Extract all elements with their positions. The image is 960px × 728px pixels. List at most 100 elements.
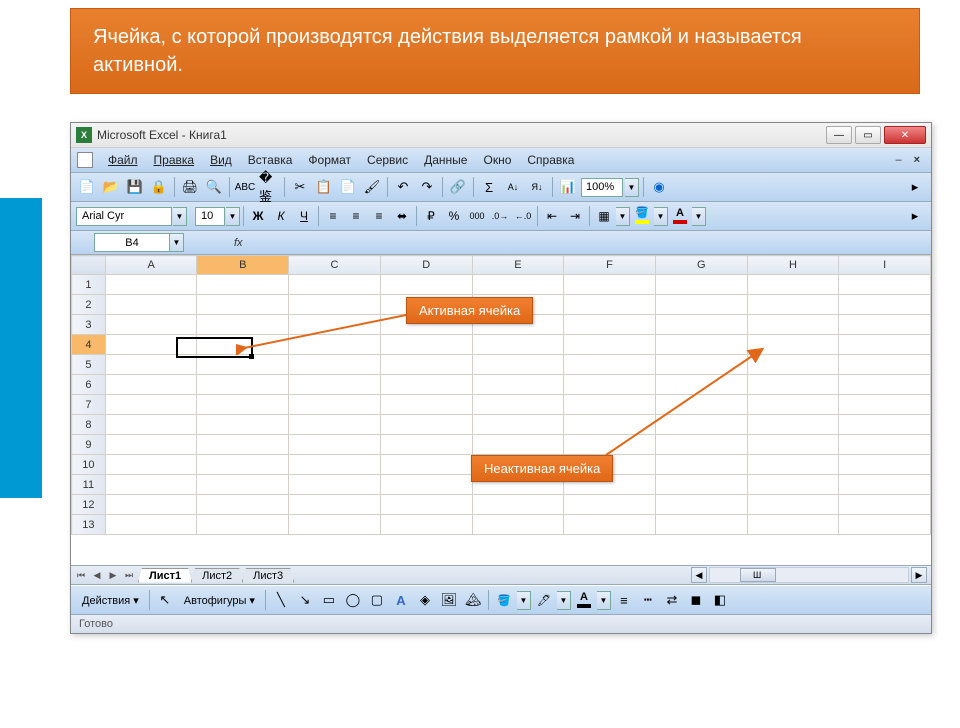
hyperlink-icon[interactable]: 🔗	[447, 176, 469, 198]
oval-icon[interactable]: ◯	[342, 589, 364, 611]
chart-icon[interactable]: 📊	[557, 176, 579, 198]
comma-icon[interactable]: 000	[466, 205, 488, 227]
col-header-d[interactable]: D	[380, 256, 472, 275]
fill-color2-dropdown[interactable]: ▼	[517, 591, 531, 610]
scroll-track[interactable]: Ш	[709, 567, 909, 583]
tab-nav-first[interactable]: ⏮	[73, 567, 89, 583]
menu-help[interactable]: Справка	[520, 151, 581, 169]
sheet-tab-1[interactable]: Лист1	[138, 568, 192, 583]
shadow-icon[interactable]: ◼	[685, 589, 707, 611]
clipart-icon[interactable]: 🖼	[438, 589, 460, 611]
fill-color-dropdown[interactable]: ▼	[654, 207, 668, 226]
col-header-b[interactable]: B	[197, 256, 289, 275]
fill-color-icon[interactable]: 🪣	[631, 205, 653, 227]
mdi-minimize[interactable]: –	[890, 152, 906, 168]
sort-asc-icon[interactable]: A↓	[502, 176, 524, 198]
tab-nav-next[interactable]: ▶	[105, 567, 121, 583]
undo-icon[interactable]: ↶	[392, 176, 414, 198]
diagram-icon[interactable]: ◈	[414, 589, 436, 611]
name-box[interactable]: B4	[94, 233, 170, 252]
menu-file[interactable]: Файл	[101, 151, 145, 169]
row-header[interactable]: 6	[72, 375, 106, 395]
new-icon[interactable]: 📄	[76, 176, 98, 198]
cut-icon[interactable]: ✂	[289, 176, 311, 198]
toolbar-options-icon[interactable]: ▸	[904, 176, 926, 198]
menu-format[interactable]: Формат	[301, 151, 358, 169]
paste-icon[interactable]: 📄	[337, 176, 359, 198]
borders-icon[interactable]: ▦	[593, 205, 615, 227]
research-icon[interactable]: �鉴	[258, 176, 280, 198]
close-button[interactable]: ✕	[884, 126, 926, 144]
decrease-indent-icon[interactable]: ⇤	[541, 205, 563, 227]
font-color-dropdown[interactable]: ▼	[692, 207, 706, 226]
font-color2-dropdown[interactable]: ▼	[597, 591, 611, 610]
copy-icon[interactable]: 📋	[313, 176, 335, 198]
line-style-icon[interactable]: ≡	[613, 589, 635, 611]
row-header[interactable]: 13	[72, 515, 106, 535]
tab-nav-last[interactable]: ⏭	[121, 567, 137, 583]
scroll-left-icon[interactable]: ◀	[691, 567, 707, 583]
sort-desc-icon[interactable]: Я↓	[526, 176, 548, 198]
percent-icon[interactable]: %	[443, 205, 465, 227]
font-input[interactable]: Arial Cyr	[76, 207, 172, 226]
row-header[interactable]: 9	[72, 435, 106, 455]
row-header[interactable]: 12	[72, 495, 106, 515]
align-right-icon[interactable]: ≡	[368, 205, 390, 227]
tab-nav-prev[interactable]: ◀	[89, 567, 105, 583]
borders-dropdown[interactable]: ▼	[616, 207, 630, 226]
autosum-icon[interactable]: Σ	[478, 176, 500, 198]
dash-style-icon[interactable]: ┅	[637, 589, 659, 611]
col-header-f[interactable]: F	[564, 256, 656, 275]
align-center-icon[interactable]: ≡	[345, 205, 367, 227]
arrow-style-icon[interactable]: ⇄	[661, 589, 683, 611]
row-header[interactable]: 2	[72, 295, 106, 315]
print-icon[interactable]: 🖨	[179, 176, 201, 198]
zoom-input[interactable]: 100%	[581, 178, 623, 197]
horizontal-scrollbar[interactable]: ◀ Ш ▶	[691, 567, 927, 583]
row-header[interactable]: 3	[72, 315, 106, 335]
fill-color2-icon[interactable]: 🪣	[493, 589, 515, 611]
merge-center-icon[interactable]: ⬌	[391, 205, 413, 227]
col-header-g[interactable]: G	[655, 256, 747, 275]
sheet-tab-2[interactable]: Лист2	[191, 568, 243, 583]
row-header[interactable]: 11	[72, 475, 106, 495]
permission-icon[interactable]: 🔒	[148, 176, 170, 198]
font-dropdown[interactable]: ▼	[173, 207, 187, 226]
menu-edit[interactable]: Правка	[147, 151, 202, 169]
col-header-c[interactable]: C	[289, 256, 381, 275]
autoshapes-menu[interactable]: Автофигуры ▾	[178, 592, 261, 609]
row-header[interactable]: 7	[72, 395, 106, 415]
font-color-icon[interactable]: A	[669, 205, 691, 227]
select-all-corner[interactable]	[72, 256, 106, 275]
font-size-dropdown[interactable]: ▼	[226, 207, 240, 226]
open-icon[interactable]: 📂	[100, 176, 122, 198]
select-objects-icon[interactable]: ↖	[154, 589, 176, 611]
fx-icon[interactable]: fx	[234, 237, 243, 249]
row-header[interactable]: 5	[72, 355, 106, 375]
italic-button[interactable]: К	[270, 205, 292, 227]
name-box-dropdown[interactable]: ▼	[170, 233, 184, 252]
row-header[interactable]: 8	[72, 415, 106, 435]
increase-decimal-icon[interactable]: .0→	[489, 205, 511, 227]
row-header[interactable]: 4	[72, 335, 106, 355]
font-size-input[interactable]: 10	[195, 207, 225, 226]
line-icon[interactable]: ╲	[270, 589, 292, 611]
col-header-a[interactable]: A	[105, 256, 197, 275]
format-toolbar-options-icon[interactable]: ▸	[904, 205, 926, 227]
format-painter-icon[interactable]: 🖌	[361, 176, 383, 198]
decrease-decimal-icon[interactable]: ←.0	[512, 205, 534, 227]
wordart-icon[interactable]: A	[390, 589, 412, 611]
maximize-button[interactable]: ▭	[855, 126, 881, 144]
currency-icon[interactable]: ₽	[420, 205, 442, 227]
spelling-icon[interactable]: ABC	[234, 176, 256, 198]
row-header[interactable]: 10	[72, 455, 106, 475]
minimize-button[interactable]: —	[826, 126, 852, 144]
scroll-thumb[interactable]: Ш	[740, 568, 776, 582]
3d-icon[interactable]: ◧	[709, 589, 731, 611]
menu-data[interactable]: Данные	[417, 151, 474, 169]
col-header-h[interactable]: H	[747, 256, 839, 275]
textbox-icon[interactable]: ▢	[366, 589, 388, 611]
menu-tools[interactable]: Сервис	[360, 151, 415, 169]
underline-button[interactable]: Ч	[293, 205, 315, 227]
menu-window[interactable]: Окно	[476, 151, 518, 169]
